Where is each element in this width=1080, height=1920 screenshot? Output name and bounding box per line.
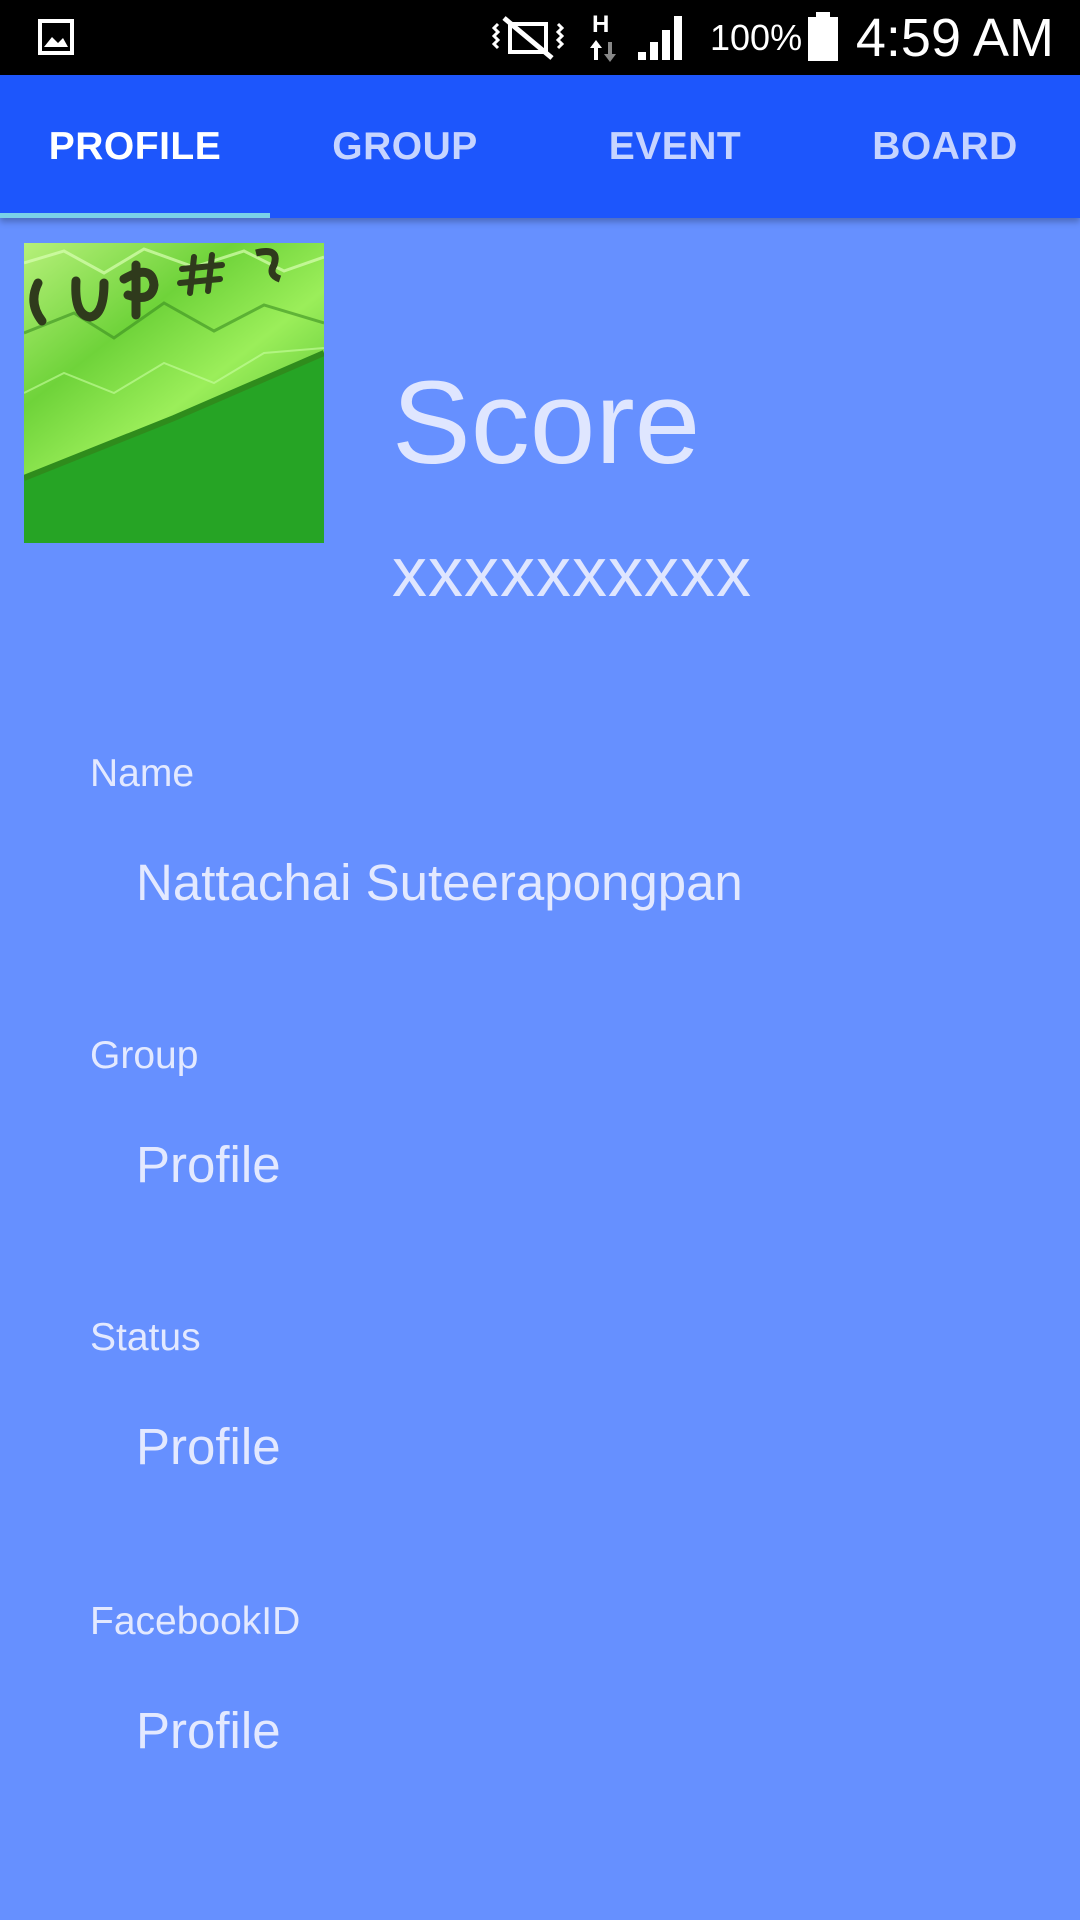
status-label: Status: [90, 1316, 201, 1359]
facebook-id-label: FacebookID: [90, 1600, 301, 1643]
gallery-icon: [38, 19, 74, 55]
tab-profile[interactable]: PROFILE: [0, 75, 270, 218]
tab-event[interactable]: EVENT: [540, 75, 810, 218]
battery-percent: 100%: [710, 17, 803, 58]
name-label: Name: [90, 752, 195, 795]
status-value: Profile: [136, 1418, 281, 1475]
score-title: Score: [392, 357, 701, 489]
group-value: Profile: [136, 1136, 281, 1193]
profile-avatar[interactable]: [24, 243, 324, 543]
tab-board[interactable]: BOARD: [810, 75, 1080, 218]
name-value: Nattachai Suteerapongpan: [136, 854, 743, 911]
tab-group[interactable]: GROUP: [270, 75, 540, 218]
tab-indicator: [0, 213, 270, 218]
battery-icon: [808, 12, 838, 61]
mute-icon: [491, 16, 565, 60]
clock: 4:59 AM: [855, 8, 1054, 68]
svg-text:H: H: [592, 11, 609, 38]
signal-icon: [638, 16, 682, 60]
tab-bar: PROFILE GROUP EVENT BOARD: [0, 75, 1080, 218]
network-h-icon: H: [590, 11, 616, 62]
status-bar: H 100% 4:59 AM: [0, 0, 1080, 75]
facebook-id-value: Profile: [136, 1702, 281, 1759]
group-label: Group: [90, 1034, 199, 1077]
score-value: xxxxxxxxxx: [392, 533, 752, 611]
